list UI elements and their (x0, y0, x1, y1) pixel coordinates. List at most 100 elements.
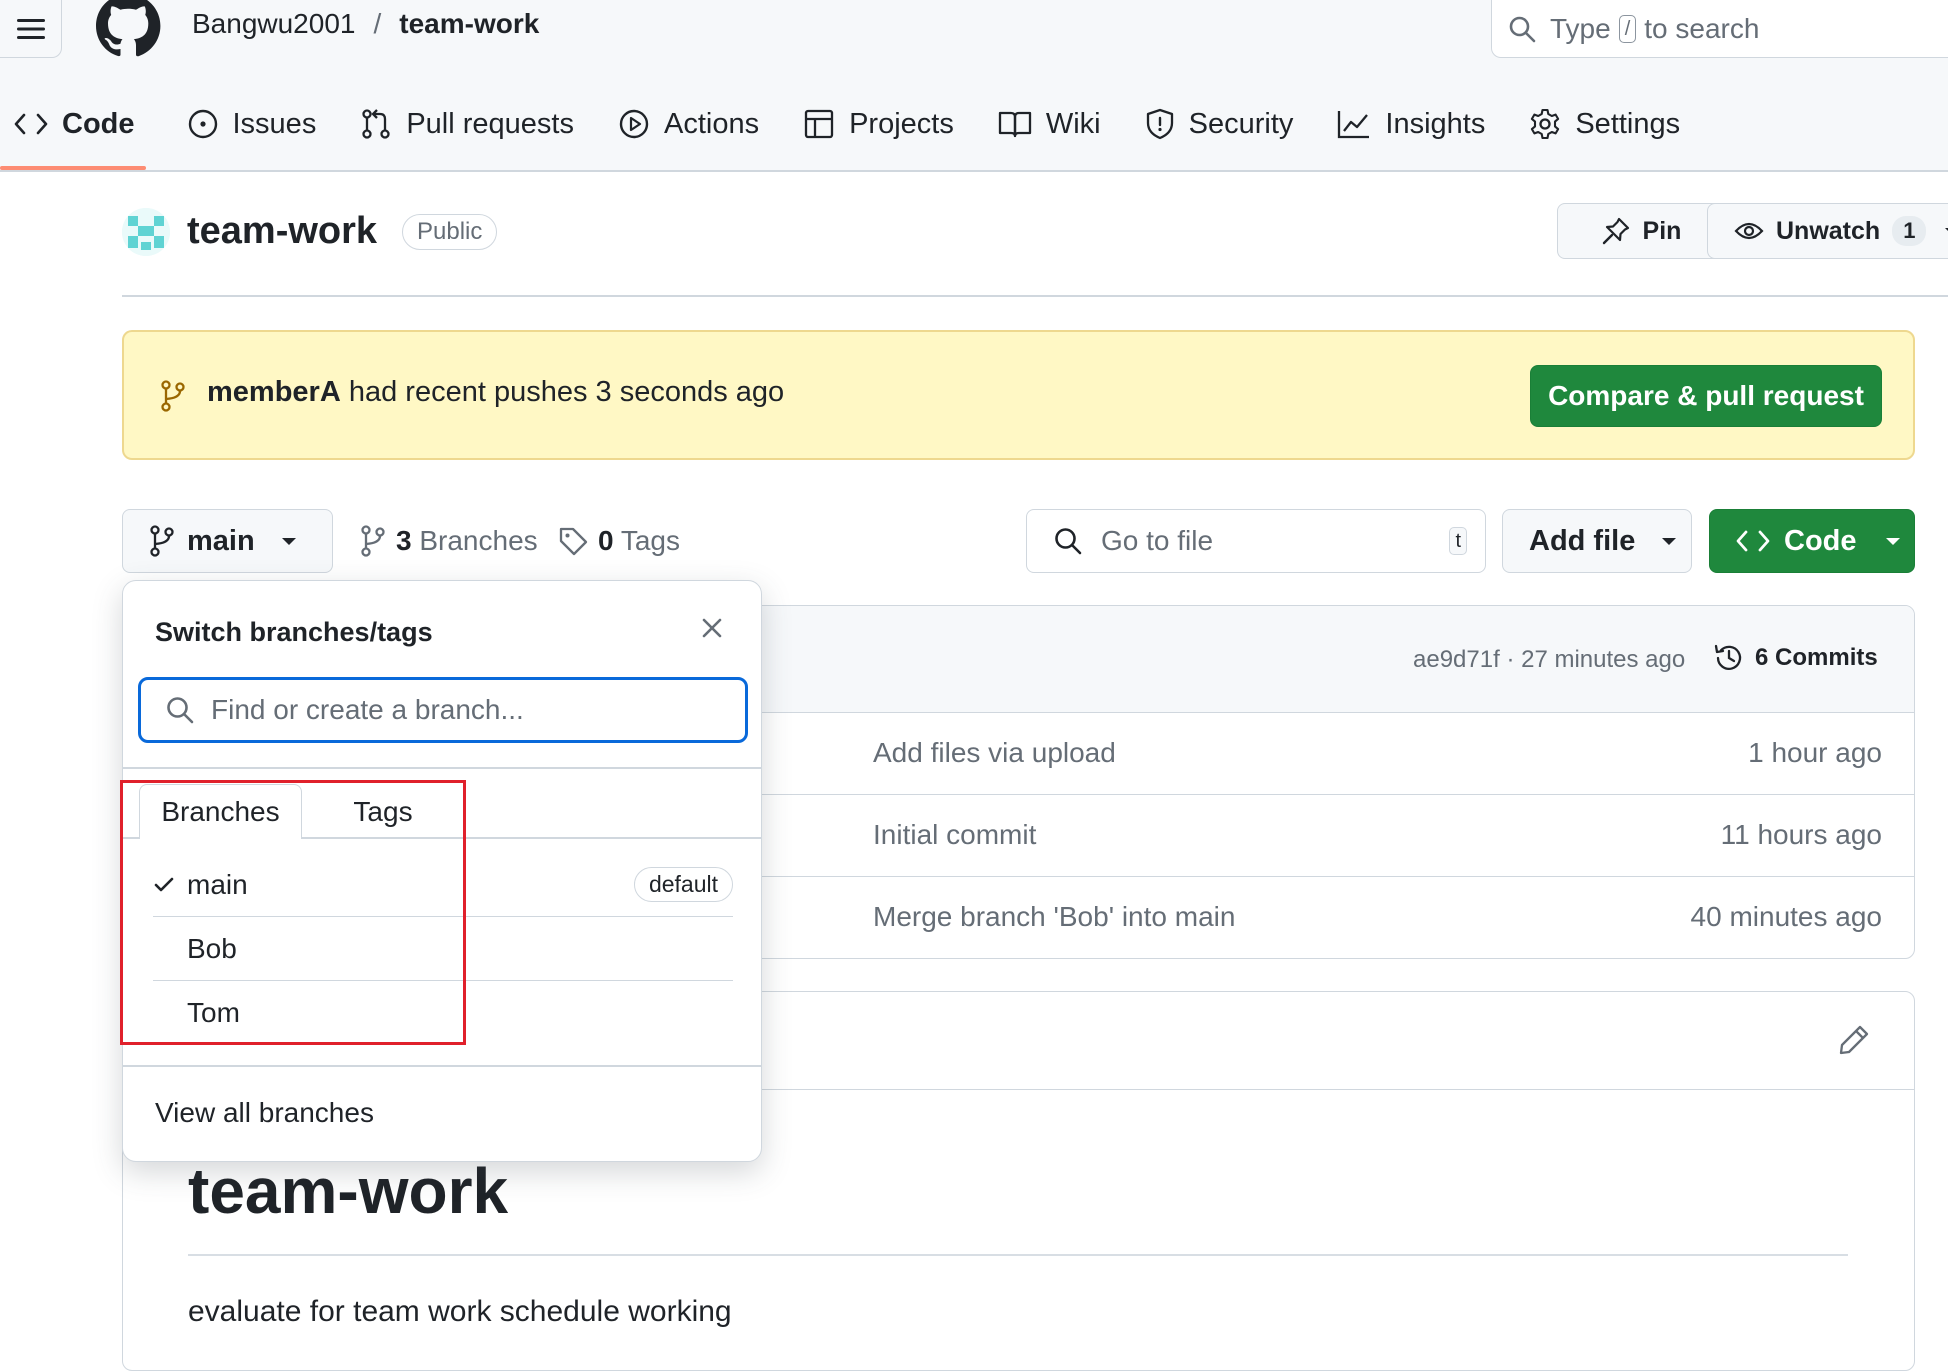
code-download-button[interactable]: Code (1709, 509, 1915, 573)
readme-title: team-work (188, 1155, 509, 1227)
dropdown-title: Switch branches/tags (155, 617, 433, 647)
dropdown-footer-divider (123, 1065, 761, 1067)
owner-link[interactable]: Bangwu2001 (192, 8, 355, 40)
tab-code-label: Code (62, 107, 135, 140)
caret-down-icon (281, 538, 296, 545)
tab-code[interactable]: Code (0, 100, 155, 148)
row-commit-time: 1 hour ago (1748, 737, 1882, 768)
recent-push-text: memberA had recent pushes 3 seconds ago (207, 376, 784, 409)
issue-icon (188, 109, 217, 139)
go-to-file-shortcut: t (1449, 527, 1467, 555)
search-icon (1509, 16, 1536, 42)
edit-readme-button[interactable] (1838, 1024, 1870, 1056)
view-all-branches-link[interactable]: View all branches (155, 1097, 374, 1129)
tab-issues[interactable]: Issues (173, 100, 337, 148)
tab-security-label: Security (1188, 107, 1294, 140)
branches-link[interactable]: 3 Branches (360, 525, 538, 557)
commits-label: Commits (1775, 644, 1878, 671)
table-icon (804, 109, 834, 139)
unwatch-label: Unwatch (1776, 216, 1881, 245)
commits-count: 6 (1755, 644, 1769, 671)
tags-link[interactable]: 0 Tags (558, 525, 680, 557)
pin-button[interactable]: Pin (1557, 203, 1725, 259)
tab-security[interactable]: Security (1131, 100, 1314, 148)
title-divider (122, 295, 1948, 297)
annotation-highlight-box (120, 780, 466, 1045)
tab-pull-requests[interactable]: Pull requests (346, 100, 594, 148)
caret-down-icon (1662, 538, 1677, 545)
visibility-badge: Public (402, 214, 498, 250)
readme-rule (188, 1254, 1848, 1256)
tab-actions[interactable]: Actions (604, 100, 779, 148)
tab-projects[interactable]: Projects (789, 100, 974, 148)
push-message: had recent pushes 3 seconds ago (348, 376, 785, 408)
graph-icon (1338, 111, 1370, 139)
branches-label: Branches (419, 525, 538, 556)
code-icon (1736, 530, 1770, 552)
search-icon (1055, 528, 1082, 555)
commit-meta-separator: · (1506, 646, 1515, 673)
tags-label: Tags (620, 525, 681, 556)
eye-icon (1734, 222, 1764, 240)
search-placeholder-prefix: Type (1550, 12, 1611, 44)
tab-wiki-label: Wiki (1045, 107, 1101, 140)
play-icon (619, 109, 649, 139)
latest-commit-meta: ae9d71f · 27 minutes ago (1413, 646, 1685, 674)
caret-down-icon (1945, 228, 1948, 231)
tab-issues-label: Issues (232, 107, 317, 140)
tab-projects-label: Projects (849, 107, 954, 140)
readme-description: evaluate for team work schedule working (188, 1295, 732, 1328)
tab-insights-label: Insights (1385, 107, 1486, 140)
menu-button[interactable] (0, 0, 62, 58)
caret-down-icon (1885, 538, 1900, 545)
close-icon (702, 618, 722, 638)
unwatch-button[interactable]: Unwatch 1 (1707, 203, 1948, 259)
repo-owner-avatar[interactable] (122, 208, 170, 256)
tab-actions-label: Actions (663, 107, 760, 140)
push-user: memberA (207, 376, 341, 408)
repo-nav: Code Issues Pull requests Actions Projec… (0, 100, 1700, 170)
go-to-file-input[interactable]: Go to file t (1026, 509, 1486, 573)
tab-insights[interactable]: Insights (1323, 100, 1505, 148)
tab-wiki[interactable]: Wiki (984, 100, 1121, 148)
add-file-label: Add file (1529, 524, 1636, 557)
shield-icon (1146, 108, 1173, 140)
branches-count: 3 (396, 525, 412, 556)
global-search-input[interactable]: Type / to search (1491, 0, 1948, 58)
commit-hash[interactable]: ae9d71f (1413, 646, 1500, 673)
row-commit-time: 40 minutes ago (1690, 901, 1882, 932)
dropdown-divider (123, 767, 761, 769)
breadcrumb: Bangwu2001 / team-work (192, 8, 539, 40)
watch-counter: 1 (1892, 216, 1927, 246)
add-file-button[interactable]: Add file (1502, 509, 1692, 573)
branch-icon (361, 525, 385, 557)
search-icon (167, 697, 194, 724)
go-to-file-placeholder: Go to file (1101, 525, 1214, 556)
row-commit-message[interactable]: Merge branch 'Bob' into main (873, 901, 1235, 933)
history-icon (1714, 644, 1742, 670)
row-commit-message[interactable]: Initial commit (873, 819, 1036, 851)
branch-selector-button[interactable]: main (122, 509, 333, 573)
default-badge: default (633, 867, 733, 902)
branch-filter-input[interactable]: Find or create a branch... (138, 677, 748, 743)
repo-link[interactable]: team-work (399, 8, 539, 40)
row-commit-time: 11 hours ago (1720, 819, 1882, 850)
code-icon (14, 113, 48, 135)
breadcrumb-separator: / (373, 8, 382, 39)
repo-title[interactable]: team-work (187, 210, 377, 253)
tab-settings[interactable]: Settings (1515, 100, 1700, 148)
row-commit-message[interactable]: Add files via upload (873, 737, 1116, 769)
github-logo-icon[interactable] (95, 0, 161, 58)
close-dropdown-button[interactable] (701, 617, 723, 639)
compare-pull-request-button[interactable]: Compare & pull request (1530, 365, 1882, 427)
code-button-label: Code (1784, 524, 1857, 557)
search-shortcut-key: / (1618, 14, 1637, 43)
book-icon (998, 111, 1032, 138)
branch-icon (160, 380, 186, 412)
branch-icon (150, 525, 174, 557)
pin-icon (1602, 217, 1629, 245)
hamburger-icon (16, 18, 45, 39)
commits-history-link[interactable]: 6 Commits (1713, 642, 1878, 674)
current-branch-label: main (187, 524, 255, 557)
gear-icon (1531, 108, 1560, 140)
